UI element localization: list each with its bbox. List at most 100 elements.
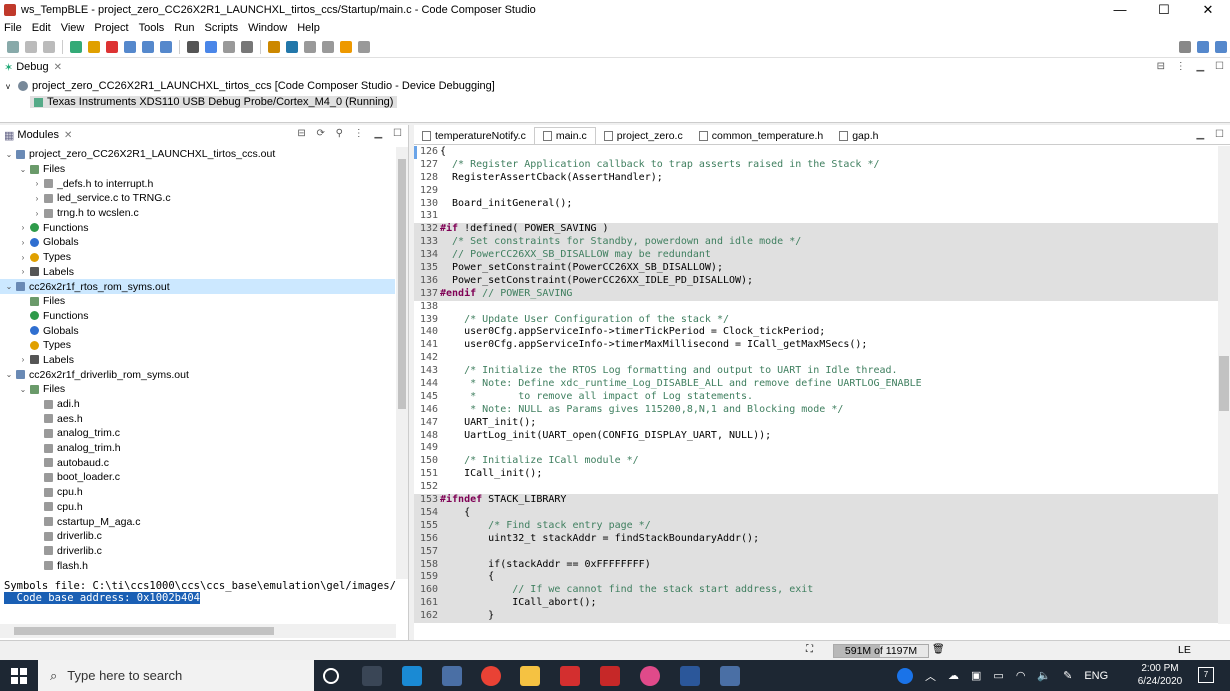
module-tree-item[interactable]: › Types [0, 250, 395, 265]
module-tree-item[interactable]: ⌄ cc26x2r1f_rtos_rom_syms.out [0, 279, 395, 294]
step-return-icon[interactable] [160, 40, 172, 53]
search-tool-icon[interactable] [322, 40, 334, 53]
run-tool-icon[interactable] [340, 40, 352, 53]
menu-edit[interactable]: Edit [32, 22, 51, 34]
module-tree-item[interactable]: ⌄ cc26x2r1f_driverlib_rom_syms.out [0, 367, 395, 382]
module-tree-item[interactable]: Functions [0, 309, 395, 324]
collapse-all-icon[interactable]: ⊟ [297, 128, 305, 139]
view-menu-icon[interactable]: ⋮ [354, 128, 364, 139]
reset-icon[interactable] [223, 40, 235, 53]
word-icon[interactable] [680, 666, 700, 686]
module-tree-item[interactable]: › trng.h to wcslen.c [0, 206, 395, 221]
minimize-view-icon[interactable]: ▁ [1197, 61, 1205, 72]
maximize-button[interactable]: ☐ [1142, 0, 1186, 20]
module-tree-item[interactable]: ⌄ Files [0, 162, 395, 177]
taskbar-search-box[interactable]: ⌕ Type here to search [38, 660, 314, 691]
slack-icon[interactable] [640, 666, 660, 686]
step-into-icon[interactable] [124, 40, 136, 53]
chevron-down-icon[interactable]: ⌄ [18, 385, 28, 394]
show-hidden-icons-icon[interactable]: ︿ [925, 668, 936, 684]
debug-probe-item[interactable]: Texas Instruments XDS110 USB Debug Probe… [0, 94, 1230, 110]
module-tree-item[interactable]: adi.h [0, 397, 395, 412]
taskbar-clock[interactable]: 2:00 PM 6/24/2020 [1132, 662, 1188, 688]
new-icon[interactable] [7, 40, 19, 53]
chevron-right-icon[interactable]: › [18, 267, 28, 276]
chrome-icon[interactable] [481, 666, 501, 686]
maximize-view-icon[interactable]: ☐ [1215, 61, 1224, 72]
module-tree-item[interactable]: cstartup_M_aga.c [0, 514, 395, 529]
menu-run[interactable]: Run [174, 22, 194, 34]
instruction-step-icon[interactable] [205, 40, 217, 53]
editor-tab[interactable]: common_temperature.h [691, 128, 831, 144]
suspend-icon[interactable] [88, 40, 100, 53]
pen-icon[interactable]: ✎ [1063, 669, 1072, 682]
debug-perspective-icon[interactable] [1215, 40, 1227, 53]
editor-vertical-scrollbar[interactable] [1218, 146, 1230, 624]
module-tree-item[interactable]: driverlib.c [0, 544, 395, 559]
chevron-right-icon[interactable]: › [18, 238, 28, 247]
wifi-icon[interactable]: ◠ [1016, 669, 1026, 682]
maximize-view-icon[interactable]: ☐ [1215, 129, 1224, 140]
debug-session-item[interactable]: v project_zero_CC26X2R1_LAUNCHXL_tirtos_… [0, 78, 1230, 94]
chevron-right-icon[interactable]: › [18, 223, 28, 232]
modules-vertical-scrollbar[interactable] [396, 147, 408, 579]
maximize-view-icon[interactable]: ☐ [393, 128, 402, 139]
acrobat-icon[interactable] [560, 666, 580, 686]
save-icon[interactable] [25, 40, 37, 53]
onedrive-icon[interactable]: ☁ [948, 669, 959, 682]
collapse-all-icon[interactable]: ⊟ [1157, 61, 1165, 72]
save-all-icon[interactable] [43, 40, 55, 53]
language-indicator[interactable]: ENG [1084, 670, 1108, 682]
filter-icon[interactable]: ⚲ [336, 128, 343, 139]
mail-app-icon[interactable] [402, 666, 422, 686]
garbage-collect-icon[interactable]: 🗑 [932, 644, 945, 655]
debug-tab[interactable]: ✶ Debug ✕ [0, 58, 1230, 76]
open-perspective-icon[interactable] [358, 40, 370, 53]
heap-status[interactable]: 591M of 1197M [833, 644, 929, 658]
memory-icon[interactable] [187, 40, 199, 53]
module-tree-item[interactable]: › Labels [0, 265, 395, 280]
terminate-icon[interactable] [106, 40, 118, 53]
module-tree-item[interactable]: autobaud.c [0, 455, 395, 470]
module-tree-item[interactable]: cpu.h [0, 500, 395, 515]
module-tree-item[interactable]: driverlib.c [0, 529, 395, 544]
chevron-right-icon[interactable]: › [32, 194, 42, 203]
menu-file[interactable]: File [4, 22, 22, 34]
module-tree-item[interactable]: boot_loader.c [0, 470, 395, 485]
minimize-view-icon[interactable]: ▁ [375, 128, 383, 139]
menu-scripts[interactable]: Scripts [204, 22, 238, 34]
refresh-icon[interactable]: ⟳ [316, 128, 324, 139]
menu-help[interactable]: Help [297, 22, 320, 34]
network-app-2-icon[interactable] [720, 666, 740, 686]
close-button[interactable]: ✕ [1186, 0, 1230, 20]
chevron-right-icon[interactable]: › [32, 209, 42, 218]
ccs-edit-perspective-icon[interactable] [1197, 40, 1209, 53]
chevron-down-icon[interactable]: ⌄ [18, 165, 28, 174]
module-tree-item[interactable]: › Labels [0, 353, 395, 368]
module-tree-item[interactable]: analog_trim.c [0, 426, 395, 441]
volume-icon[interactable]: 🔈 [1037, 669, 1051, 682]
editor-tab[interactable]: temperatureNotify.c [414, 128, 534, 144]
restart-icon[interactable] [241, 40, 253, 53]
cortana-icon[interactable] [323, 668, 339, 684]
build-icon[interactable] [268, 40, 280, 53]
modules-horizontal-scrollbar[interactable] [0, 624, 396, 638]
search-icon[interactable] [1179, 40, 1191, 53]
chevron-right-icon[interactable]: › [32, 179, 42, 188]
module-tree-item[interactable]: › _defs.h to interrupt.h [0, 176, 395, 191]
module-tree-item[interactable]: Globals [0, 323, 395, 338]
chevron-right-icon[interactable]: › [18, 253, 28, 262]
help-icon[interactable] [897, 667, 913, 684]
ccs-taskbar-icon[interactable] [600, 666, 620, 686]
menu-view[interactable]: View [61, 22, 85, 34]
display-icon[interactable]: ▣ [971, 669, 981, 682]
editor-tab[interactable]: main.c [533, 127, 596, 144]
chevron-right-icon[interactable]: › [18, 355, 28, 364]
module-tree-item[interactable]: › Functions [0, 220, 395, 235]
module-tree-item[interactable]: aes.h [0, 411, 395, 426]
menu-window[interactable]: Window [248, 22, 287, 34]
menu-tools[interactable]: Tools [139, 22, 165, 34]
settings-icon[interactable] [304, 40, 316, 53]
file-explorer-icon[interactable] [520, 666, 540, 686]
chevron-down-icon[interactable]: ⌄ [4, 370, 14, 379]
